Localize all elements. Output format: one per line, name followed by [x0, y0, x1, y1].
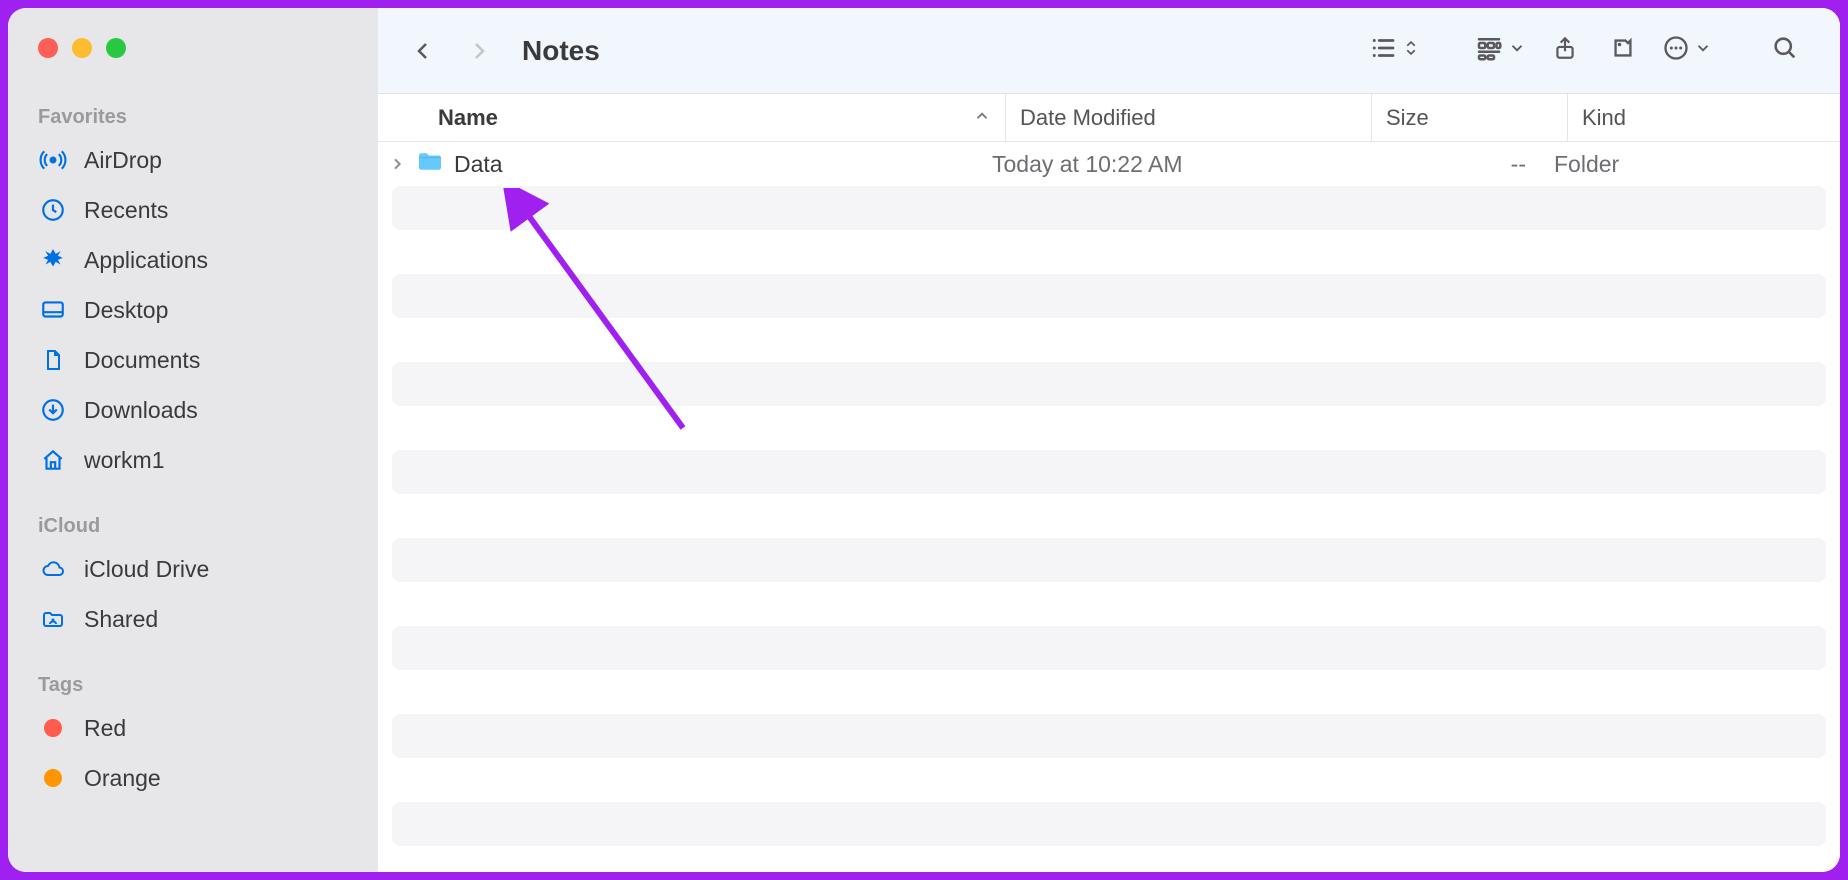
ellipsis-circle-icon — [1662, 34, 1690, 67]
column-headers: Name Date Modified Size Kind — [378, 94, 1840, 142]
sidebar-item-label: Orange — [84, 765, 161, 792]
sidebar-tag-red[interactable]: Red — [8, 703, 378, 753]
sidebar-item-label: Recents — [84, 197, 168, 224]
sidebar-item-label: Red — [84, 715, 126, 742]
sidebar-item-label: Desktop — [84, 297, 168, 324]
tag-dot-icon — [38, 713, 68, 743]
sidebar-section-tags: Tags — [8, 666, 378, 703]
forward-button[interactable] — [454, 26, 504, 76]
downloads-icon — [38, 395, 68, 425]
empty-row — [392, 186, 1826, 230]
search-button[interactable] — [1760, 26, 1810, 76]
disclosure-triangle-icon[interactable] — [388, 156, 406, 172]
main-content: Notes — [378, 8, 1840, 872]
sidebar-section-icloud: iCloud — [8, 507, 378, 544]
empty-row — [392, 274, 1826, 318]
sidebar-item-shared[interactable]: Shared — [8, 594, 378, 644]
sidebar-item-downloads[interactable]: Downloads — [8, 385, 378, 435]
home-icon — [38, 445, 68, 475]
sidebar-item-label: Applications — [84, 247, 208, 274]
empty-row — [392, 626, 1826, 670]
finder-window: Favorites AirDrop Recents — [8, 8, 1840, 872]
empty-row — [392, 714, 1826, 758]
empty-row — [378, 758, 1840, 802]
empty-row — [392, 538, 1826, 582]
sidebar-item-label: AirDrop — [84, 147, 162, 174]
action-menu-button[interactable] — [1662, 34, 1712, 67]
file-row[interactable]: Data Today at 10:22 AM -- Folder — [378, 142, 1840, 186]
empty-row — [378, 494, 1840, 538]
column-header-kind[interactable]: Kind — [1568, 94, 1840, 141]
file-name: Data — [454, 151, 503, 178]
file-size: -- — [1358, 151, 1554, 178]
empty-row — [378, 230, 1840, 274]
column-header-size[interactable]: Size — [1372, 94, 1568, 141]
tags-button[interactable] — [1598, 26, 1648, 76]
empty-row — [392, 802, 1826, 846]
sidebar-item-airdrop[interactable]: AirDrop — [8, 135, 378, 185]
tag-icon — [1609, 34, 1637, 67]
column-header-name[interactable]: Name — [378, 94, 1006, 141]
chevron-down-icon — [1508, 39, 1526, 62]
sidebar-item-label: iCloud Drive — [84, 556, 209, 583]
sidebar-item-home[interactable]: workm1 — [8, 435, 378, 485]
sidebar-item-icloud-drive[interactable]: iCloud Drive — [8, 544, 378, 594]
file-list: Data Today at 10:22 AM -- Folder — [378, 142, 1840, 872]
sidebar-item-label: Shared — [84, 606, 158, 633]
group-icon — [1474, 33, 1504, 68]
sidebar: Favorites AirDrop Recents — [8, 8, 378, 872]
sidebar-item-label: Documents — [84, 347, 200, 374]
back-button[interactable] — [398, 26, 448, 76]
sort-ascending-icon — [973, 105, 991, 131]
empty-row — [392, 450, 1826, 494]
share-button[interactable] — [1540, 26, 1590, 76]
share-icon — [1552, 34, 1578, 67]
empty-row — [378, 318, 1840, 362]
sidebar-section-favorites: Favorites — [8, 98, 378, 135]
sidebar-item-label: Downloads — [84, 397, 198, 424]
close-window-button[interactable] — [38, 38, 58, 58]
sidebar-item-desktop[interactable]: Desktop — [8, 285, 378, 335]
file-date-modified: Today at 10:22 AM — [992, 151, 1358, 178]
empty-row — [378, 670, 1840, 714]
sidebar-item-applications[interactable]: Applications — [8, 235, 378, 285]
search-icon — [1771, 34, 1799, 67]
sidebar-item-recents[interactable]: Recents — [8, 185, 378, 235]
shared-folder-icon — [38, 604, 68, 634]
document-icon — [38, 345, 68, 375]
tag-dot-icon — [38, 763, 68, 793]
folder-title: Notes — [522, 35, 600, 67]
zoom-window-button[interactable] — [106, 38, 126, 58]
empty-row — [392, 362, 1826, 406]
up-down-chevron-icon — [1402, 35, 1420, 66]
empty-row — [378, 582, 1840, 626]
file-kind: Folder — [1554, 151, 1840, 178]
applications-icon — [38, 245, 68, 275]
group-by-button[interactable] — [1474, 33, 1526, 68]
airdrop-icon — [38, 145, 68, 175]
list-view-icon — [1368, 33, 1398, 68]
desktop-icon — [38, 295, 68, 325]
view-list-button[interactable] — [1368, 33, 1420, 68]
sidebar-item-label: workm1 — [84, 447, 165, 474]
window-controls — [8, 38, 378, 58]
empty-row — [378, 406, 1840, 450]
clock-icon — [38, 195, 68, 225]
chevron-down-icon — [1694, 39, 1712, 62]
minimize-window-button[interactable] — [72, 38, 92, 58]
cloud-icon — [38, 554, 68, 584]
toolbar: Notes — [378, 8, 1840, 94]
sidebar-item-documents[interactable]: Documents — [8, 335, 378, 385]
sidebar-tag-orange[interactable]: Orange — [8, 753, 378, 803]
column-header-date-modified[interactable]: Date Modified — [1006, 94, 1372, 141]
folder-icon — [416, 150, 444, 178]
